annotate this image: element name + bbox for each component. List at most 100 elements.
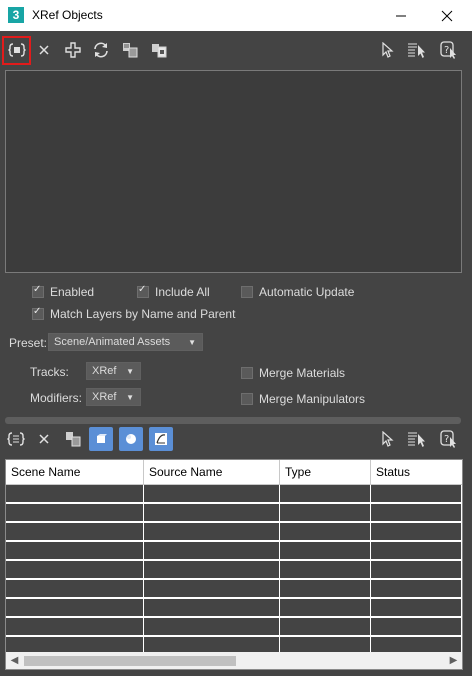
table-cell (371, 561, 462, 579)
select-icon[interactable] (376, 428, 398, 450)
table-cell (280, 504, 371, 522)
enabled-label: Enabled (50, 285, 95, 299)
include-all-checkbox-box[interactable] (137, 284, 149, 298)
display-objects-toggle[interactable] (89, 427, 113, 451)
enabled-checkbox-box[interactable] (32, 284, 44, 298)
chevron-down-icon: ▼ (126, 392, 134, 402)
merge-manipulators-label: Merge Manipulators (259, 392, 366, 406)
table-cell (280, 561, 371, 579)
table-cell (144, 523, 280, 541)
table-cell (280, 523, 371, 541)
modifiers-label: Modifiers: (30, 391, 83, 405)
include-all-label: Include All (155, 285, 210, 299)
convert-selected-icon[interactable] (148, 39, 170, 61)
chevron-down-icon: ▼ (126, 366, 134, 376)
table-row[interactable] (6, 485, 462, 503)
highlight-selected-icon[interactable]: ? (437, 428, 459, 450)
svg-text:?: ? (444, 434, 449, 445)
table-header: Scene Name Source Name Type Status (6, 460, 462, 485)
include-all-checkbox[interactable]: Include All (137, 284, 210, 299)
merge-in-scene-icon[interactable] (119, 39, 141, 61)
table-cell (371, 523, 462, 541)
table-row[interactable] (6, 542, 462, 560)
scrollbar-thumb[interactable] (24, 656, 236, 666)
table-cell (6, 618, 144, 636)
select-icon[interactable] (376, 39, 398, 61)
table-cell (144, 618, 280, 636)
table-cell (6, 504, 144, 522)
table-cell (6, 561, 144, 579)
scroll-left-icon[interactable]: ◀ (6, 652, 23, 669)
tracks-dropdown[interactable]: XRef ▼ (86, 362, 141, 380)
scroll-right-icon[interactable]: ▶ (445, 652, 462, 669)
table-cell (280, 599, 371, 617)
highlight-selected-icon[interactable]: ? (437, 39, 459, 61)
create-xref-record-icon[interactable] (6, 39, 28, 61)
display-materials-toggle[interactable] (119, 427, 143, 451)
select-by-name-icon[interactable] (406, 39, 428, 61)
table-cell (6, 599, 144, 617)
table-cell (371, 599, 462, 617)
refresh-icon[interactable] (90, 39, 112, 61)
merge-in-scene-icon[interactable] (62, 428, 84, 450)
xref-records-list[interactable] (5, 70, 462, 273)
match-layers-checkbox[interactable]: Match Layers by Name and Parent (32, 306, 236, 321)
panel-splitter[interactable] (5, 417, 461, 424)
automatic-update-checkbox[interactable]: Automatic Update (241, 285, 354, 299)
column-header-type[interactable]: Type (280, 460, 371, 485)
preset-dropdown[interactable]: Scene/Animated Assets ▼ (48, 333, 203, 351)
select-by-name-icon[interactable] (406, 428, 428, 450)
match-layers-label: Match Layers by Name and Parent (50, 307, 236, 321)
add-objects-icon[interactable] (62, 39, 84, 61)
merge-materials-checkbox-box[interactable] (241, 367, 253, 379)
svg-text:?: ? (444, 45, 449, 56)
enabled-checkbox[interactable]: Enabled (32, 284, 95, 299)
table-row[interactable] (6, 580, 462, 598)
window-title: XRef Objects (32, 8, 103, 22)
table-cell (144, 485, 280, 503)
tracks-label: Tracks: (30, 365, 69, 379)
close-button[interactable] (424, 0, 470, 31)
merge-materials-label: Merge Materials (259, 366, 346, 380)
table-cell (371, 618, 462, 636)
column-header-source-name[interactable]: Source Name (144, 460, 280, 485)
display-controllers-toggle[interactable] (149, 427, 173, 451)
table-cell (144, 561, 280, 579)
preset-label: Preset: (9, 336, 48, 350)
merge-manipulators-checkbox[interactable]: Merge Manipulators (241, 392, 365, 406)
table-cell (371, 485, 462, 503)
horizontal-scrollbar[interactable]: ◀ ▶ (6, 652, 462, 669)
xref-entities-table[interactable]: Scene Name Source Name Type Status ◀ ▶ (5, 459, 463, 670)
table-row[interactable] (6, 561, 462, 579)
remove-icon[interactable] (33, 39, 55, 61)
table-cell (6, 523, 144, 541)
tracks-value: XRef (92, 365, 117, 377)
automatic-update-label: Automatic Update (259, 285, 355, 299)
remove-icon[interactable] (33, 428, 55, 450)
merge-manipulators-checkbox-box[interactable] (241, 393, 253, 405)
create-xref-record-icon[interactable] (5, 428, 27, 450)
table-cell (280, 485, 371, 503)
maximize-icon-holder[interactable] (379, 0, 425, 31)
table-row[interactable] (6, 504, 462, 522)
automatic-update-checkbox-box[interactable] (241, 286, 253, 298)
table-cell (371, 542, 462, 560)
merge-materials-checkbox[interactable]: Merge Materials (241, 366, 345, 380)
table-cell (6, 580, 144, 598)
table-cell (144, 504, 280, 522)
column-header-status[interactable]: Status (371, 460, 462, 485)
table-row[interactable] (6, 618, 462, 636)
table-cell (371, 580, 462, 598)
column-header-scene-name[interactable]: Scene Name (6, 460, 144, 485)
table-cell (280, 542, 371, 560)
match-layers-checkbox-box[interactable] (32, 306, 44, 320)
table-row[interactable] (6, 599, 462, 617)
modifiers-dropdown[interactable]: XRef ▼ (86, 388, 141, 406)
table-cell (144, 580, 280, 598)
title-bar: 3 XRef Objects (0, 0, 472, 31)
preset-value: Scene/Animated Assets (54, 336, 171, 348)
table-cell (280, 580, 371, 598)
table-row[interactable] (6, 523, 462, 541)
table-cell (6, 485, 144, 503)
app-icon: 3 (8, 7, 24, 23)
